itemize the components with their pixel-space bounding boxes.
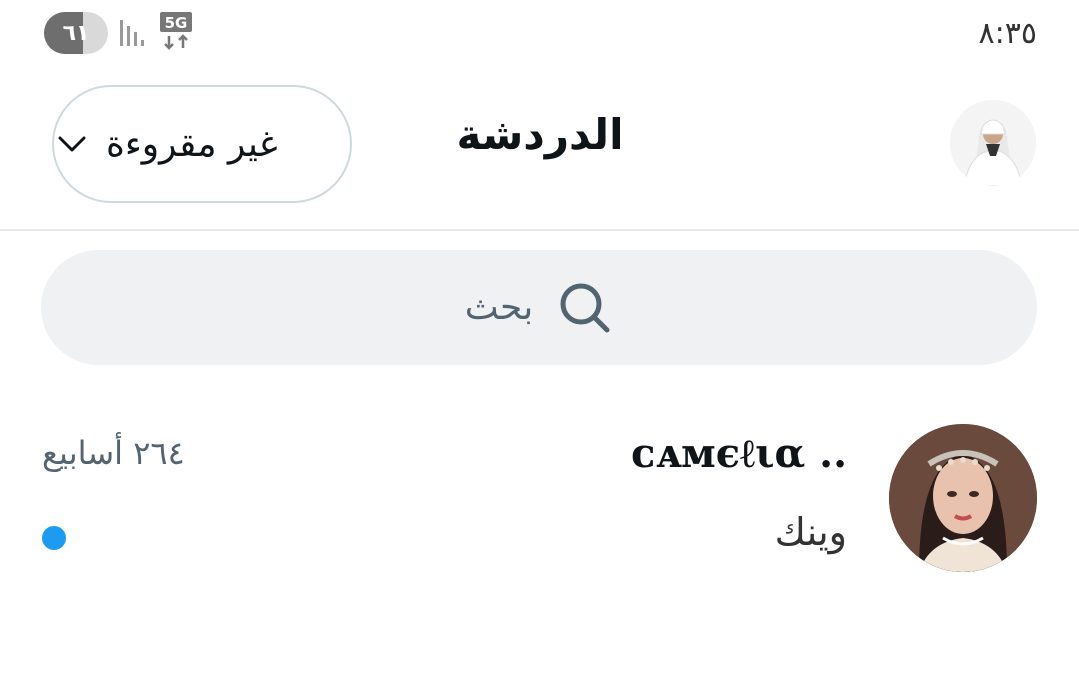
chevron-down-icon bbox=[58, 136, 86, 152]
chat-page: ٦١ 5G ٨:٣٥ غير مقروءة الدردشة بحث ᴄᴀᴍєℓι… bbox=[0, 0, 1079, 678]
header-divider bbox=[0, 229, 1079, 231]
5g-data-icon: 5G bbox=[160, 12, 192, 50]
profile-avatar[interactable] bbox=[950, 100, 1036, 186]
conversation-row[interactable]: ᴄᴀᴍєℓια .. ٢٦٤ أسابيع وينك bbox=[0, 410, 1079, 590]
network-type-label: 5G bbox=[165, 14, 188, 32]
conversation-avatar-image bbox=[889, 424, 1037, 572]
search-placeholder: بحث bbox=[464, 287, 534, 328]
header: غير مقروءة الدردشة bbox=[0, 70, 1079, 230]
filter-label: غير مقروءة bbox=[106, 123, 278, 165]
conversation-avatar[interactable] bbox=[889, 424, 1037, 572]
status-clock: ٨:٣٥ bbox=[978, 16, 1037, 51]
status-bar: ٦١ 5G ٨:٣٥ bbox=[0, 0, 1079, 70]
search-icon bbox=[560, 283, 610, 332]
battery-indicator: ٦١ bbox=[44, 12, 108, 54]
battery-level: ٦١ bbox=[62, 20, 90, 46]
unread-indicator bbox=[42, 526, 66, 550]
signal-bars-icon bbox=[120, 20, 144, 46]
unread-filter-button[interactable]: غير مقروءة bbox=[52, 85, 352, 203]
conversation-timestamp: ٢٦٤ أسابيع bbox=[42, 434, 185, 472]
page-title: الدردشة bbox=[456, 110, 624, 159]
search-bar[interactable]: بحث bbox=[41, 250, 1037, 365]
conversation-preview: وينك bbox=[774, 510, 847, 554]
conversation-name: ᴄᴀᴍєℓια .. bbox=[630, 430, 847, 477]
profile-avatar-image bbox=[950, 100, 1036, 186]
